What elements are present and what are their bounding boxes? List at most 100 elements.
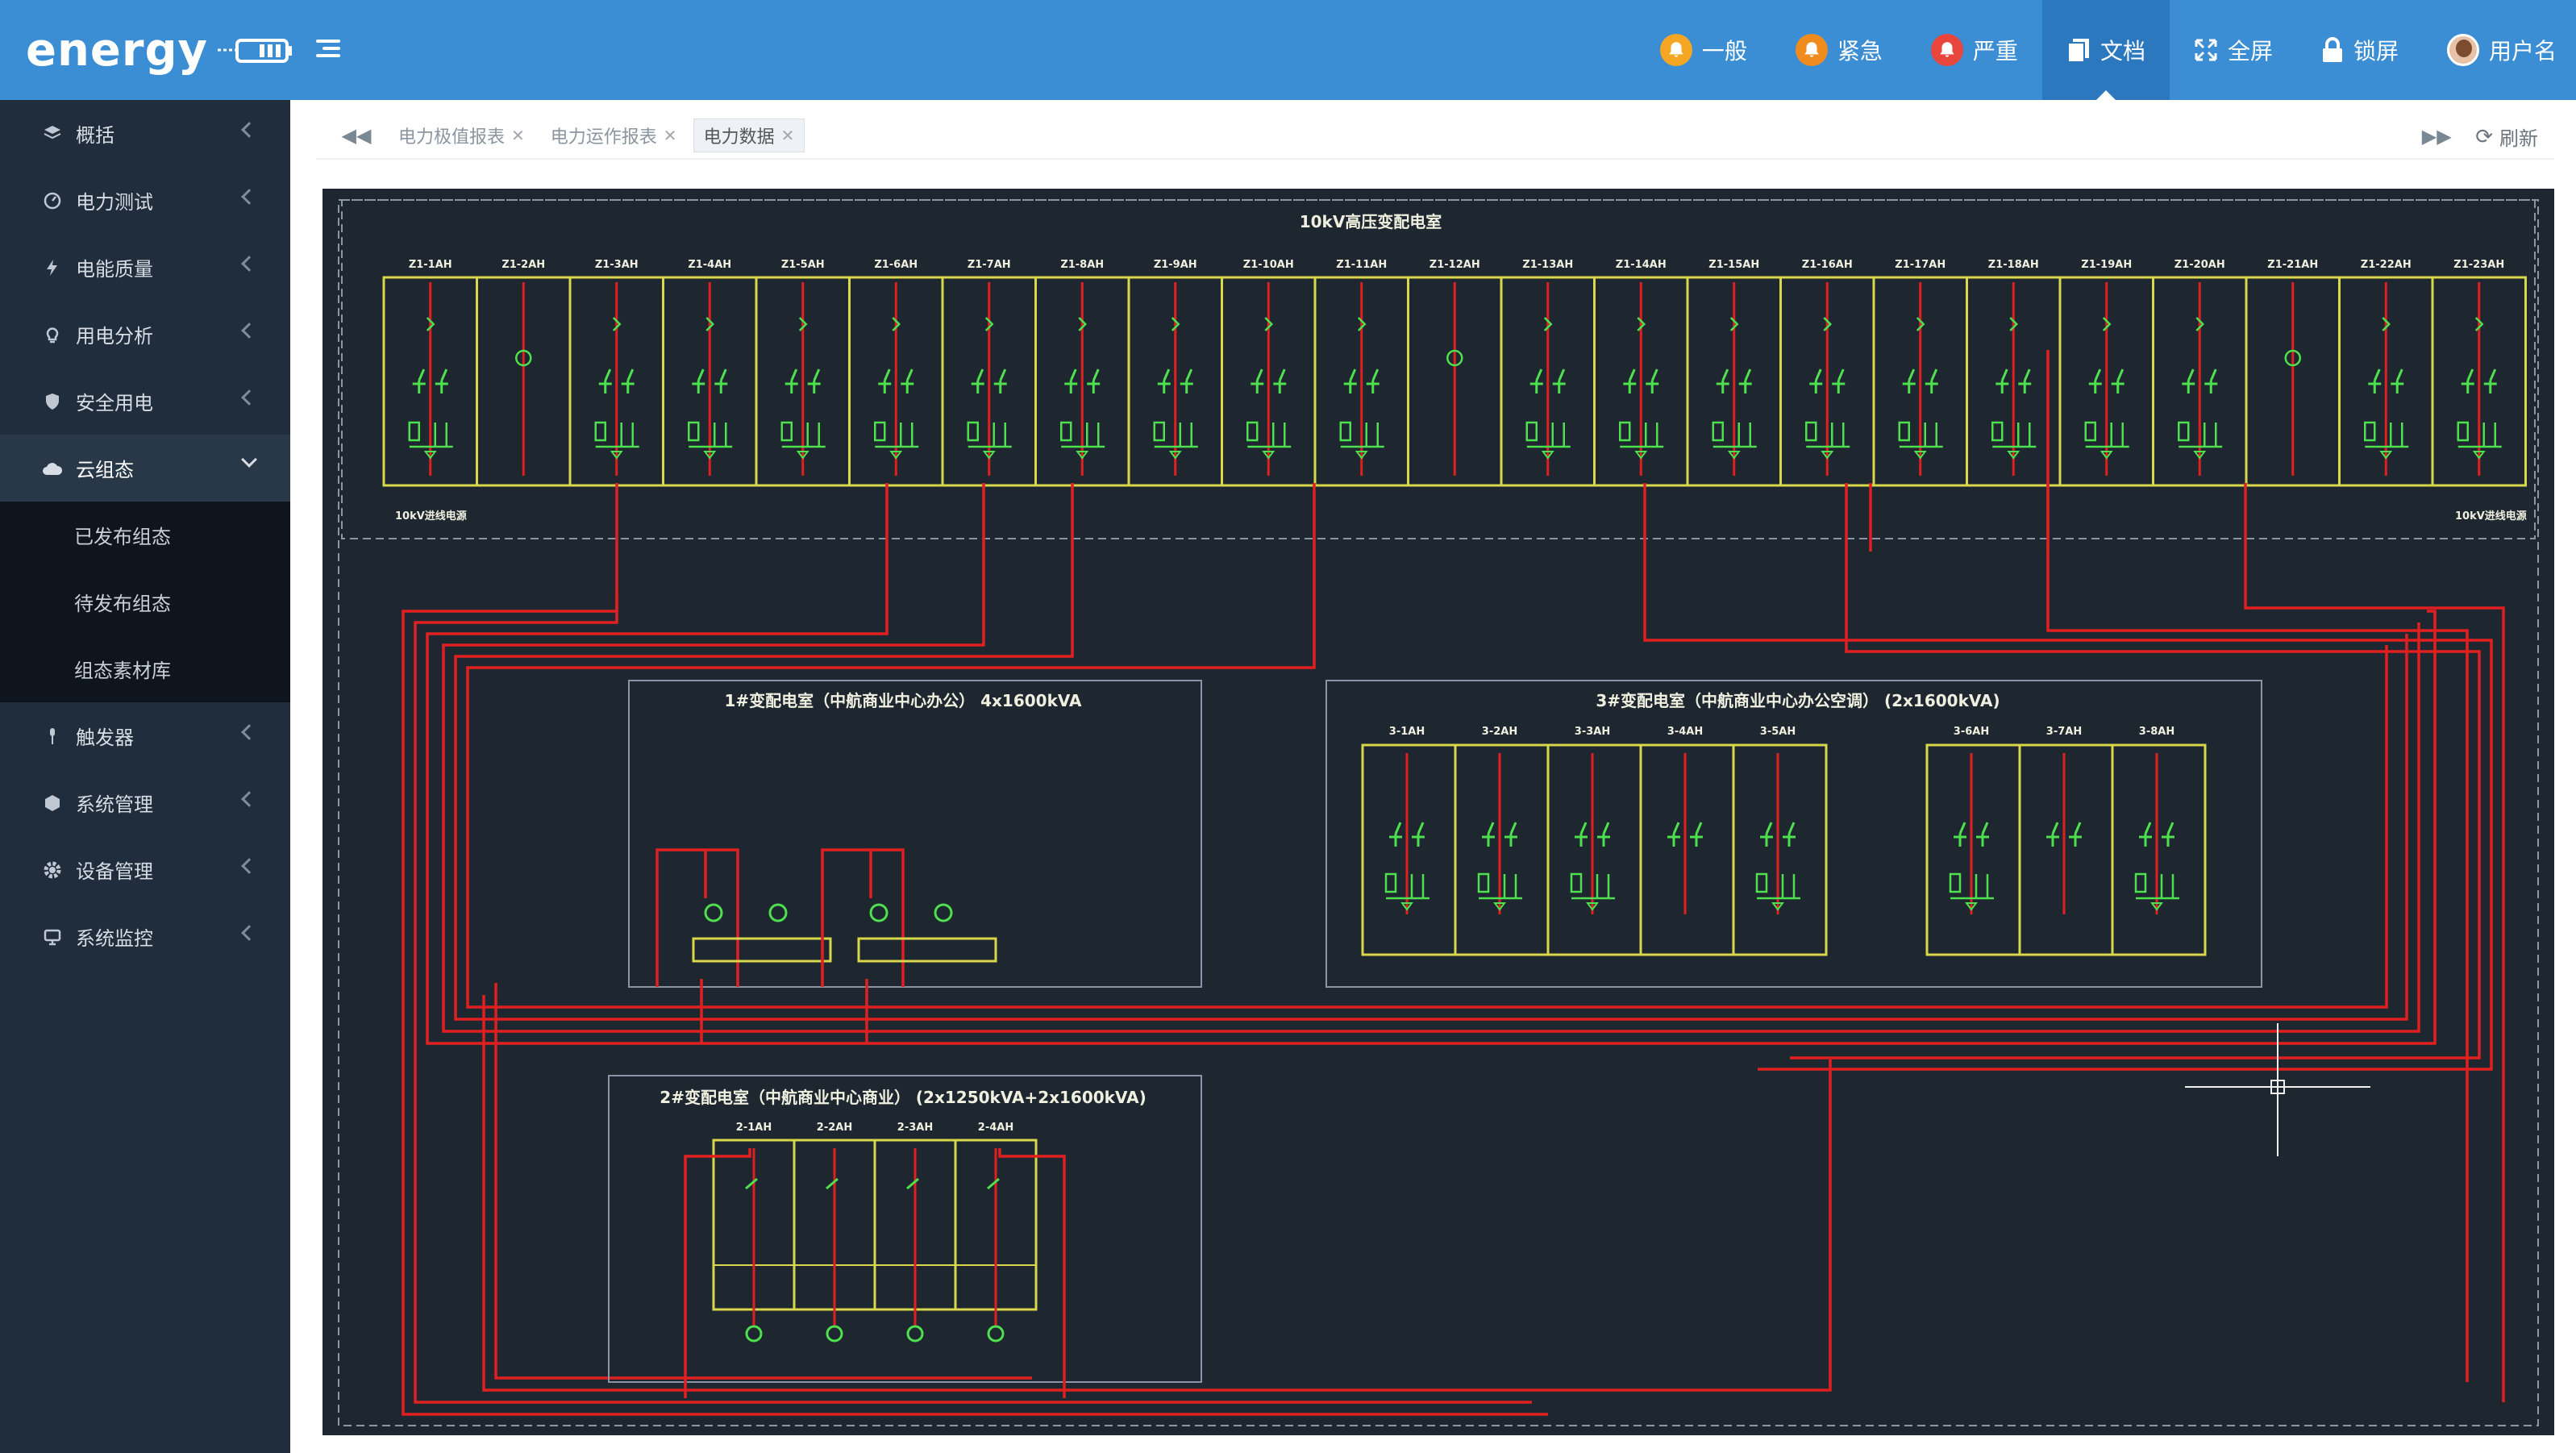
feeder-cable — [1790, 483, 2481, 1060]
submenu-item-pending[interactable]: 待发布组态 — [0, 568, 290, 635]
sidebar-item-label: 触发器 — [76, 727, 134, 749]
cabinet-label: 2-1AH — [736, 1122, 772, 1134]
alert-severe-label: 严重 — [1972, 39, 2018, 64]
close-icon[interactable]: ✕ — [511, 126, 525, 146]
feeder-cable — [2046, 483, 2469, 1382]
top-navbar: energy 一般 紧急 严重 文档 全屏 锁屏 用户名 — [0, 0, 2576, 100]
sidebar-item-cloud-config[interactable]: 云组态 — [0, 435, 290, 502]
submenu-item-label: 待发布组态 — [74, 593, 171, 615]
submenu-item-library[interactable]: 组态素材库 — [0, 635, 290, 702]
transformer-busbar[interactable] — [692, 937, 832, 963]
docs-button[interactable]: 文档 — [2041, 0, 2170, 100]
lv-panel-group[interactable] — [1361, 743, 1828, 956]
cube-icon — [42, 793, 63, 814]
cabinet-label: Z1-17AH — [1895, 259, 1946, 271]
refresh-label: 刷新 — [2499, 127, 2538, 150]
battery-logo-icon — [218, 39, 293, 63]
cabinet-label: Z1-10AH — [1243, 259, 1294, 271]
cabinet-label: Z1-22AH — [2361, 259, 2412, 271]
cabinet-label: 3-3AH — [1575, 726, 1610, 738]
close-icon[interactable]: ✕ — [664, 126, 677, 146]
avatar — [2446, 34, 2479, 66]
substation-3-title: 3#变配电室（中航商业中心办公空调） (2x1600kVA) — [1596, 691, 2000, 710]
close-icon[interactable]: ✕ — [781, 126, 795, 146]
fullscreen-icon — [2194, 38, 2218, 62]
alert-severe-button[interactable]: 严重 — [1907, 0, 2042, 100]
tabs-scroll-right-button[interactable]: ▶▶ — [2420, 120, 2453, 152]
cabinet-label: Z1-19AH — [2081, 259, 2132, 271]
hv-left-note: 10kV进线电源 — [395, 510, 467, 522]
sidebar-item-trigger[interactable]: 触发器 — [0, 702, 290, 769]
feeder-cable — [2244, 483, 2505, 1402]
sidebar-item-label: 概括 — [76, 125, 114, 147]
cabinet-label: Z1-9AH — [1154, 259, 1197, 271]
tab-power-operation-report[interactable]: 电力运作报表 ✕ — [541, 119, 687, 152]
submenu-item-published[interactable]: 已发布组态 — [0, 502, 290, 568]
bolt-icon — [42, 257, 63, 278]
refresh-icon: ⟳ — [2475, 123, 2493, 148]
sidebar-item-safety[interactable]: 安全用电 — [0, 368, 290, 435]
cabinet-label: Z1-7AH — [968, 259, 1011, 271]
cabinet-label: Z1-18AH — [1988, 259, 2039, 271]
lock-screen-button[interactable]: 锁屏 — [2297, 0, 2423, 100]
sidebar-item-label: 设备管理 — [76, 861, 153, 883]
fullscreen-button[interactable]: 全屏 — [2170, 0, 2297, 100]
bell-icon — [1930, 34, 1963, 66]
tab-power-extremes-report[interactable]: 电力极值报表 ✕ — [389, 119, 535, 152]
substation-2: 2#变配电室（中航商业中心商业） (2x1250kVA+2x1600kVA) 2… — [608, 1075, 1202, 1398]
sidebar-item-system-monitor[interactable]: 系统监控 — [0, 903, 290, 970]
feeder-cable — [442, 483, 2420, 1033]
hv-room-title: 10kV高压变配电室 — [1300, 212, 1442, 231]
cabinet-label: Z1-1AH — [409, 259, 452, 271]
sidebar-item-label: 安全用电 — [76, 393, 153, 414]
cabinet-label: Z1-4AH — [688, 259, 731, 271]
hv-room: 10kV高压变配电室 Z1-1AH Z1-2AH Z1-3AH Z1-4AH Z1-5A… — [341, 199, 2536, 539]
sidebar-item-usage-analysis[interactable]: 用电分析 — [0, 301, 290, 368]
substation-2-title: 2#变配电室（中航商业中心商业） (2x1250kVA+2x1600kVA) — [660, 1088, 1146, 1107]
sidebar-item-power-test[interactable]: 电力测试 — [0, 167, 290, 234]
cabinet-label: 3-5AH — [1760, 726, 1796, 738]
app-logo: energy — [26, 24, 295, 77]
sidebar-item-label: 电能质量 — [76, 259, 153, 281]
alert-normal-button[interactable]: 一般 — [1636, 0, 1771, 100]
tabs-bar: ◀◀ 电力极值报表 ✕ 电力运作报表 ✕ 电力数据 ✕ ▶▶ ⟳ 刷新 — [316, 113, 2554, 160]
monitor-icon — [42, 926, 63, 947]
lv-panel-group[interactable] — [1925, 743, 2207, 956]
cloud-icon — [42, 458, 63, 479]
menu-toggle-button[interactable] — [316, 35, 348, 65]
user-menu[interactable]: 用户名 — [2423, 0, 2576, 100]
tab-power-data[interactable]: 电力数据 ✕ — [693, 119, 805, 152]
cabinet-label: Z1-6AH — [874, 259, 918, 271]
refresh-button[interactable]: ⟳ 刷新 — [2475, 123, 2538, 151]
bell-icon — [1659, 34, 1692, 66]
bulb-icon — [42, 324, 63, 345]
single-line-diagram-canvas[interactable]: 10kV高压变配电室 Z1-1AH Z1-2AH Z1-3AH Z1-4AH Z1-5A… — [323, 189, 2554, 1435]
document-icon — [2066, 37, 2091, 63]
sidebar-item-system-management[interactable]: 系统管理 — [0, 769, 290, 836]
sidebar-item-power-quality[interactable]: 电能质量 — [0, 234, 290, 301]
cloud-config-submenu: 已发布组态 待发布组态 组态素材库 — [0, 502, 290, 702]
fullscreen-label: 全屏 — [2227, 39, 2273, 64]
sidebar-item-device-management[interactable]: 设备管理 — [0, 836, 290, 903]
cabinet-label: Z1-8AH — [1060, 259, 1104, 271]
sidebar-item-overview[interactable]: 概括 — [0, 100, 290, 167]
gauge-icon — [42, 190, 63, 211]
sidebar-item-label: 电力测试 — [76, 192, 153, 214]
feeder-cable — [1643, 483, 2493, 1071]
sidebar: 概括 电力测试 电能质量 用电分析 安全用电 云组态 已发布组态 待发布组态 组… — [0, 100, 290, 1453]
layers-icon — [42, 123, 63, 144]
feeder-cables — [402, 350, 2505, 1416]
cabinet-label: Z1-23AH — [2453, 259, 2504, 271]
alert-urgent-button[interactable]: 紧急 — [1771, 0, 1907, 100]
transformer-busbar[interactable] — [857, 937, 997, 963]
cabinet-label: Z1-3AH — [595, 259, 639, 271]
cabinet-label: 3-4AH — [1667, 726, 1703, 738]
docs-label: 文档 — [2100, 39, 2145, 64]
cabinet-label: 2-2AH — [817, 1122, 852, 1134]
tab-label: 电力数据 — [703, 127, 775, 147]
cabinet-label: Z1-12AH — [1429, 259, 1480, 271]
cabinet-label: 3-8AH — [2139, 726, 2174, 738]
cabinet-label: 3-1AH — [1389, 726, 1425, 738]
tabs-scroll-left-button[interactable]: ◀◀ — [340, 119, 372, 152]
cabinet-label: Z1-2AH — [501, 259, 545, 271]
